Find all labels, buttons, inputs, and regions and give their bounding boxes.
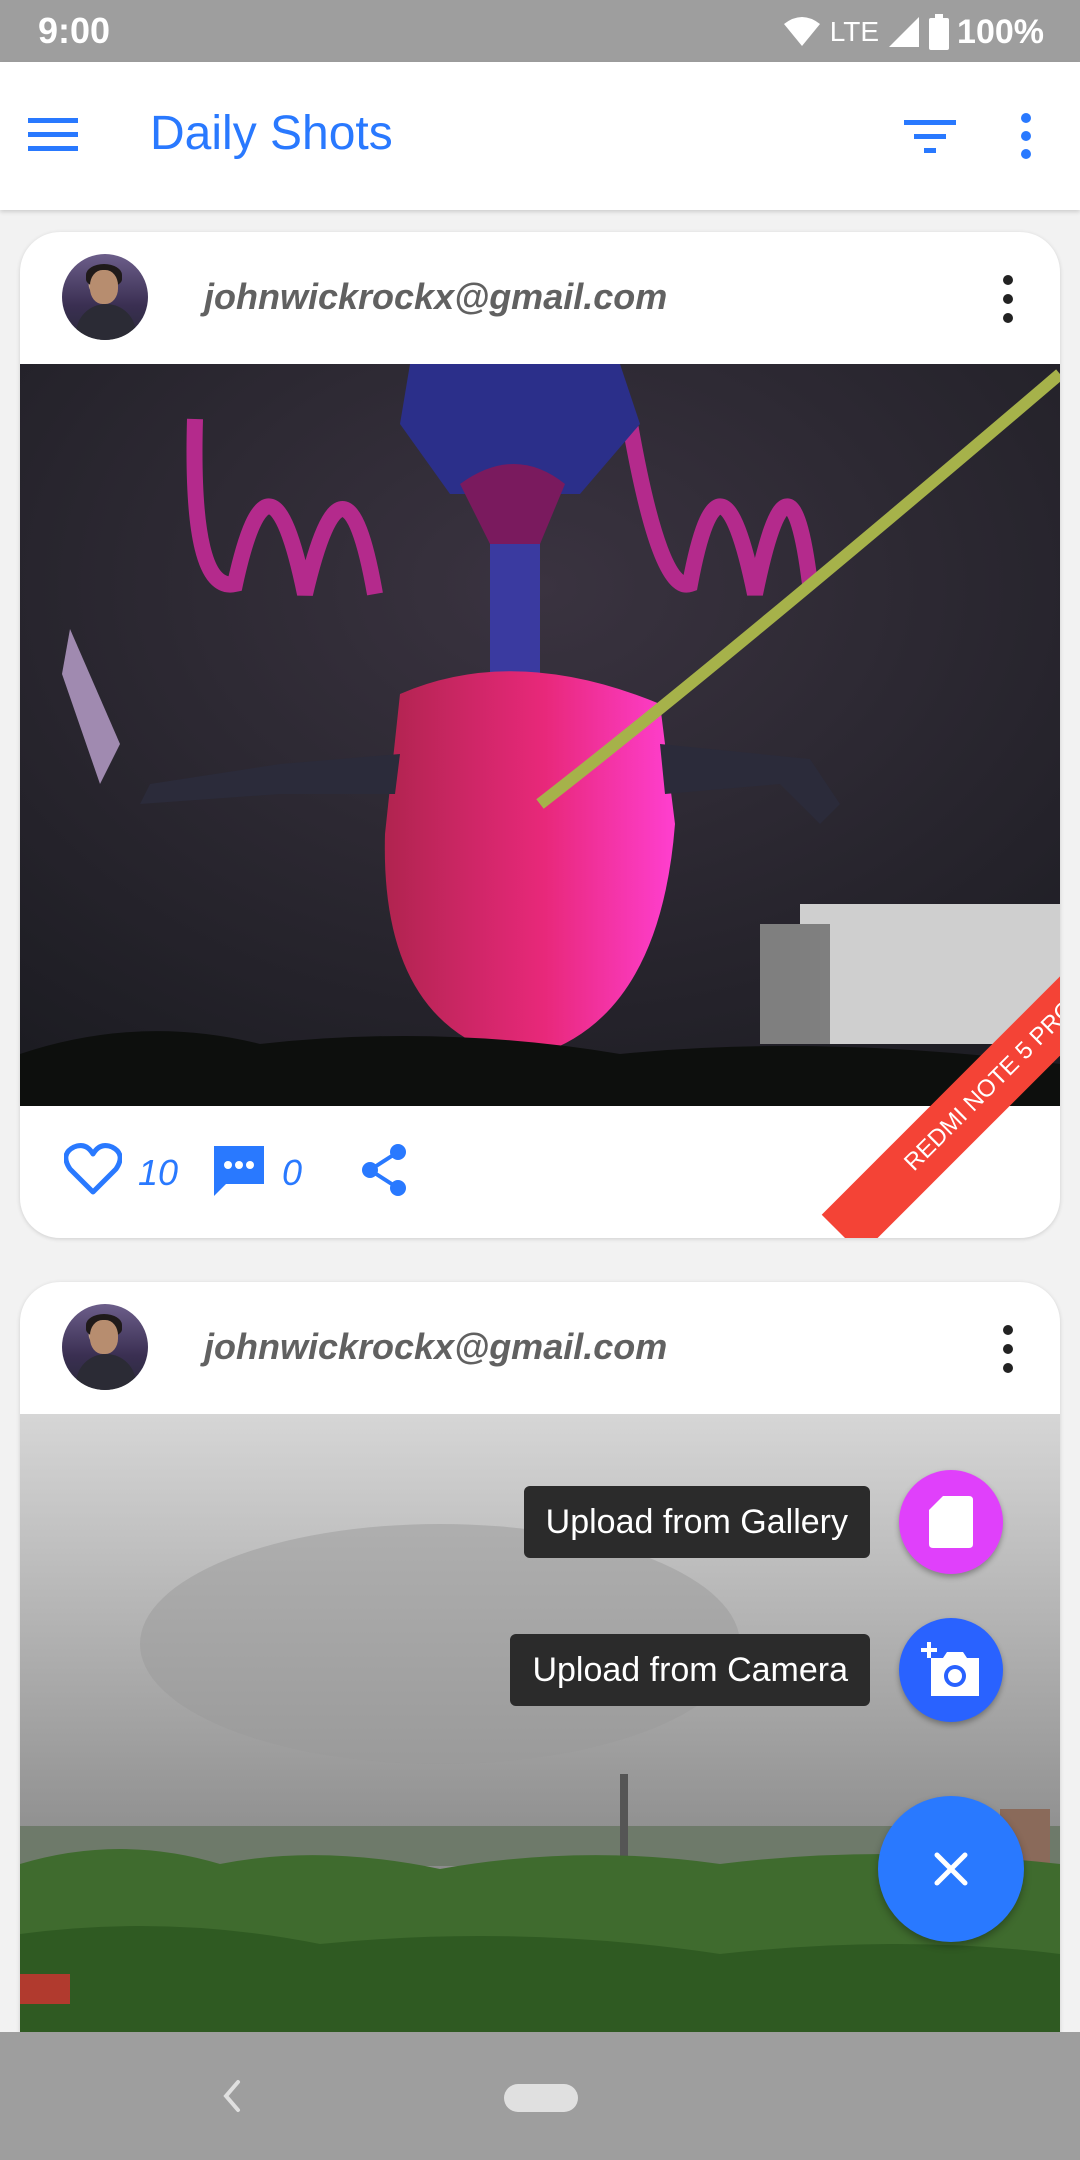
post-card: johnwickrockx@gmail.com 10 0 REDMI NOTE … <box>20 232 1060 1238</box>
heart-icon[interactable] <box>64 1142 122 1196</box>
status-time: 9:00 <box>38 10 111 51</box>
filter-icon[interactable] <box>904 116 956 156</box>
device-badge: REDMI NOTE 5 PRO <box>821 938 1060 1238</box>
avatar[interactable] <box>62 1304 148 1390</box>
battery-icon <box>929 14 950 50</box>
status-icons: LTE 100% <box>782 10 1044 54</box>
post-menu-icon[interactable] <box>998 1324 1018 1374</box>
post-author[interactable]: johnwickrockx@gmail.com <box>204 276 667 318</box>
post-menu-icon[interactable] <box>998 274 1018 324</box>
comment-count: 0 <box>282 1152 303 1193</box>
more-options-icon[interactable] <box>1014 112 1038 160</box>
network-type: LTE <box>829 16 880 47</box>
upload-camera-button[interactable] <box>899 1618 1003 1722</box>
app-bar: Daily Shots <box>0 62 1080 210</box>
upload-camera-label[interactable]: Upload from Camera <box>510 1634 870 1706</box>
home-pill[interactable] <box>504 2084 578 2112</box>
status-bar: 9:00 LTE 100% <box>0 0 1080 62</box>
upload-gallery-label[interactable]: Upload from Gallery <box>523 1486 870 1558</box>
add-camera-icon <box>921 1642 979 1696</box>
comment-icon[interactable] <box>210 1142 268 1200</box>
upload-gallery-button[interactable] <box>899 1470 1003 1574</box>
battery-level: 100% <box>957 12 1044 51</box>
sd-card-icon <box>929 1496 973 1548</box>
post-header: johnwickrockx@gmail.com <box>20 1282 1060 1414</box>
page-title: Daily Shots <box>150 107 393 160</box>
avatar[interactable] <box>62 254 148 340</box>
like-count: 10 <box>138 1152 179 1193</box>
system-nav-bar <box>0 2032 1080 2160</box>
upload-gallery-option[interactable]: Upload from Gallery <box>510 1486 870 1558</box>
close-fab-button[interactable] <box>878 1796 1024 1942</box>
wifi-icon <box>783 17 820 46</box>
signal-icon <box>889 17 920 47</box>
post-header: johnwickrockx@gmail.com <box>20 232 1060 364</box>
upload-camera-option[interactable]: Upload from Camera <box>496 1634 870 1706</box>
share-icon[interactable] <box>358 1142 410 1198</box>
post-author[interactable]: johnwickrockx@gmail.com <box>204 1326 667 1368</box>
back-icon[interactable] <box>220 2078 244 2114</box>
hamburger-menu-icon[interactable] <box>28 114 78 156</box>
device-ribbon: REDMI NOTE 5 PRO <box>760 938 1060 1238</box>
close-icon <box>934 1852 968 1886</box>
